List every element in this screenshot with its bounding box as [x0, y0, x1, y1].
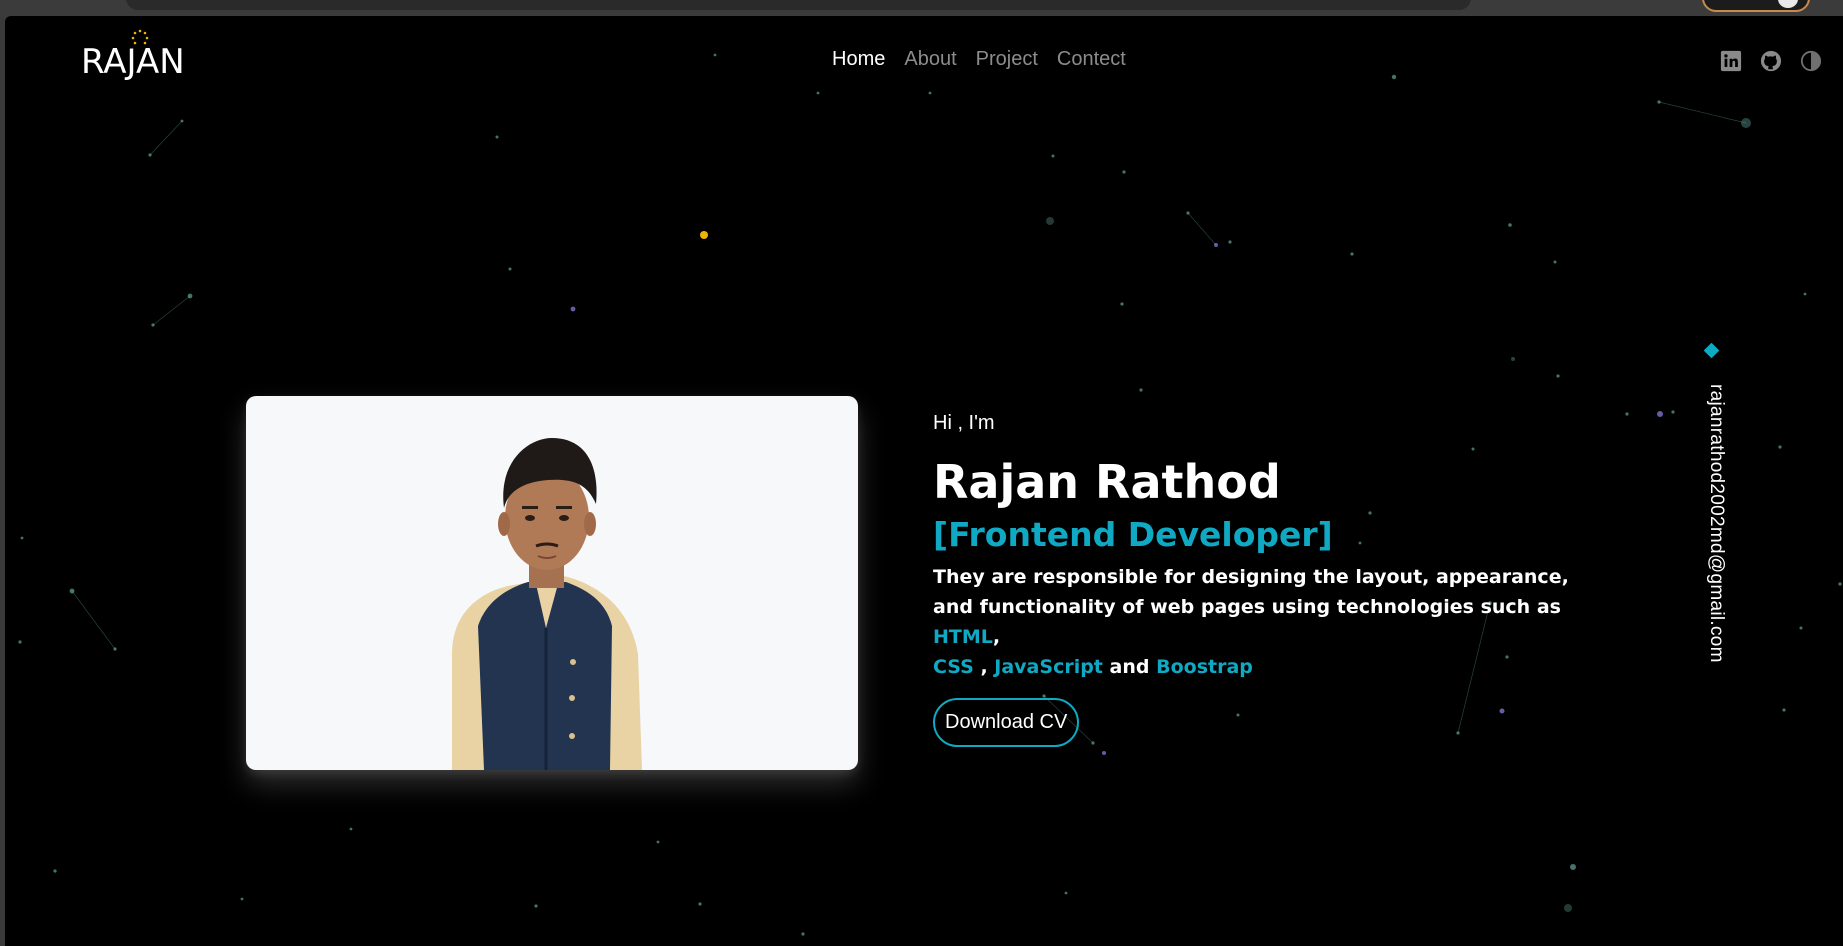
- theme-toggle-icon[interactable]: [1800, 50, 1822, 72]
- hero-name: Rajan Rathod: [933, 455, 1281, 509]
- site-logo[interactable]: RAJAN: [81, 42, 185, 82]
- main-nav: Home About Project Contect: [832, 48, 1126, 71]
- hero-intro: Hi , I'm Rajan Rathod [Frontend Develope…: [933, 412, 1573, 747]
- page: RAJAN Home About Project Contect Hi , I'…: [5, 16, 1843, 946]
- download-cv-button[interactable]: Download CV: [933, 698, 1080, 747]
- and-word: and: [1109, 656, 1150, 678]
- separator: ,: [992, 626, 1001, 648]
- hero-role: [Frontend Developer]: [933, 515, 1333, 554]
- social-links: [1720, 50, 1822, 72]
- linkedin-icon[interactable]: [1720, 50, 1742, 72]
- greeting-text: Hi , I'm: [933, 412, 995, 434]
- tech-css: CSS: [933, 656, 974, 678]
- email-link[interactable]: rajanrathod2002md@gmail.com: [1705, 384, 1727, 663]
- browser-toolbar: [0, 0, 1843, 16]
- address-bar[interactable]: [126, 0, 1471, 10]
- logo-text-j: J: [126, 42, 136, 82]
- github-icon[interactable]: [1760, 50, 1782, 72]
- portrait-illustration: [452, 438, 642, 770]
- tech-html: HTML: [933, 626, 993, 648]
- profile-photo: [246, 396, 858, 770]
- logo-text-end: AN: [135, 42, 185, 82]
- hero-description: They are responsible for designing the l…: [933, 562, 1573, 682]
- decorative-dot: [700, 231, 708, 239]
- description-text: They are responsible for designing the l…: [933, 566, 1569, 618]
- nav-item-contect[interactable]: Contect: [1057, 48, 1126, 71]
- nav-item-home[interactable]: Home: [832, 48, 885, 71]
- tech-javascript: JavaScript: [994, 656, 1103, 678]
- logo-text-start: RA: [81, 42, 127, 82]
- nav-item-project[interactable]: Project: [976, 48, 1038, 71]
- tech-bootstrap: Boostrap: [1156, 656, 1253, 678]
- separator: ,: [980, 656, 988, 678]
- nav-item-about[interactable]: About: [904, 48, 956, 71]
